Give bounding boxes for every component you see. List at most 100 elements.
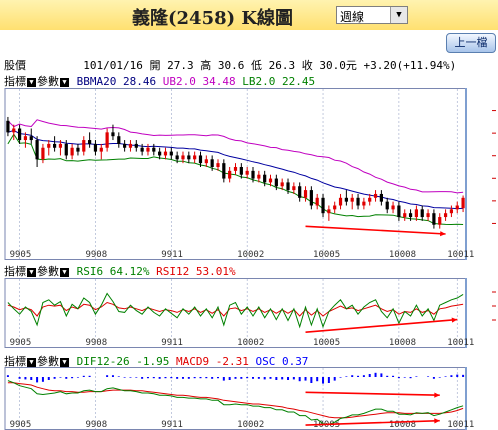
candle-body <box>158 151 162 156</box>
x-tick-label: 9911 <box>161 420 183 430</box>
candle-body <box>146 147 150 152</box>
x-tick-label: 9905 <box>10 338 32 348</box>
candle-body <box>187 155 191 160</box>
candle-body <box>408 213 413 218</box>
candle-body <box>362 201 366 206</box>
rsi12-legend: RSI12 53.01% <box>156 265 236 278</box>
candle-body <box>379 193 383 202</box>
x-tick-label: 10011 <box>447 338 474 348</box>
ub-legend: UB2.0 34.48 <box>162 75 236 88</box>
indicator-dropdown-icon[interactable]: ▼ <box>27 357 36 367</box>
x-tick-label: 9911 <box>161 338 183 348</box>
candle-body <box>414 209 418 218</box>
quote-line: 股價 101/01/16 開 27.3 高 30.6 低 26.3 收 30.0… <box>4 57 456 73</box>
candle-body <box>438 217 442 225</box>
open-value: 27.3 <box>167 59 194 72</box>
candle-body <box>82 140 86 152</box>
candle-body <box>163 151 168 156</box>
params-dropdown-icon[interactable]: ▼ <box>60 77 69 87</box>
candle-body <box>70 147 74 156</box>
rsi-chart: 9905 9908 9911 10002 10005 10008 10011 <box>4 278 496 348</box>
low-label: 低 <box>250 59 262 72</box>
x-tick-label: 10002 <box>237 338 264 348</box>
candle-body <box>169 151 173 156</box>
close-label: 收 <box>301 59 313 72</box>
candle-body <box>443 213 448 218</box>
candle-body <box>58 143 63 148</box>
candle-body <box>88 140 92 144</box>
macd-chart: 99059908991110002100051000810011 <box>4 367 474 430</box>
page-title: 義隆(2458) K線圖 <box>132 8 294 29</box>
candle-body <box>449 209 454 214</box>
x-tick-label: 10002 <box>237 250 264 260</box>
indicator-dropdown-icon[interactable]: ▼ <box>27 77 36 87</box>
x-tick-label: 10011 <box>447 420 474 430</box>
change-value: +3.20(+11.94%) <box>363 59 457 72</box>
candle-body <box>23 136 28 141</box>
candle-body <box>134 143 138 148</box>
candle-body <box>373 193 378 198</box>
quote-date: 101/01/16 <box>83 59 143 72</box>
candle-body <box>239 167 243 175</box>
candle-body <box>432 213 436 225</box>
candle-body <box>356 197 360 206</box>
header-bar: 義隆(2458) K線圖 週線 ▼ <box>0 0 498 30</box>
candle-body <box>204 159 208 164</box>
params-dropdown-icon[interactable]: ▼ <box>60 267 69 277</box>
x-tick-label: 9908 <box>85 250 107 260</box>
candle-body <box>93 143 98 152</box>
candle-body <box>105 132 109 148</box>
candle-body <box>455 205 459 210</box>
period-select[interactable]: 週線 ▼ <box>336 6 408 24</box>
params-label: 參數 <box>37 75 59 88</box>
candle-body <box>286 182 290 191</box>
candle-body <box>117 136 121 144</box>
candle-body <box>303 190 308 198</box>
candle-body <box>245 170 249 175</box>
candle-body <box>385 201 389 210</box>
x-tick-label: 9905 <box>10 250 32 260</box>
indicator-dropdown-icon[interactable]: ▼ <box>27 267 36 277</box>
candle-body <box>228 170 232 179</box>
candle-body <box>426 213 430 218</box>
main-legend-row: 指標 ▼ 參數 ▼ BBMA20 28.46 UB2.0 34.48 LB2.0 22… <box>4 73 315 89</box>
x-tick-label: 10008 <box>389 250 416 260</box>
candle-body <box>298 186 302 198</box>
period-select-value: 週線 <box>340 10 365 24</box>
candle-body <box>420 209 424 218</box>
high-value: 30.6 <box>217 59 245 72</box>
candle-body <box>17 128 22 141</box>
indicator-label: 指標 <box>4 75 26 88</box>
x-tick-label: 9908 <box>85 338 107 348</box>
candle-body <box>327 209 331 214</box>
candle-body <box>321 197 325 214</box>
lb-legend: LB2.0 22.45 <box>242 75 316 88</box>
candle-body <box>338 197 343 206</box>
x-tick-label: 10002 <box>237 420 264 430</box>
candle-body <box>391 205 395 210</box>
prev-stock-button[interactable]: 上一檔 <box>446 33 496 53</box>
candle-body <box>368 197 372 202</box>
candle-body <box>309 190 313 206</box>
candle-body <box>123 143 127 148</box>
x-tick-label: 10005 <box>313 250 340 260</box>
chevron-down-icon[interactable]: ▼ <box>390 7 407 23</box>
x-tick-label: 10008 <box>389 338 416 348</box>
candle-body <box>111 132 115 137</box>
price-chart: 9905 9908 9911 10002 10005 10008 10011 <box>4 88 496 260</box>
candle-body <box>152 147 156 152</box>
candle-body <box>47 143 51 148</box>
candle-body <box>210 159 214 167</box>
params-dropdown-icon[interactable]: ▼ <box>60 357 69 367</box>
candle-body <box>280 182 284 187</box>
candle-body <box>76 147 80 152</box>
candle-body <box>292 186 296 191</box>
candle-body <box>175 155 179 160</box>
candle-body <box>216 163 220 167</box>
candle-body <box>6 120 10 133</box>
candle-body <box>315 197 319 206</box>
close-value: 30.0元 <box>319 59 357 72</box>
x-tick-label: 10011 <box>447 250 474 260</box>
candle-body <box>181 155 185 160</box>
candle-body <box>193 155 197 160</box>
